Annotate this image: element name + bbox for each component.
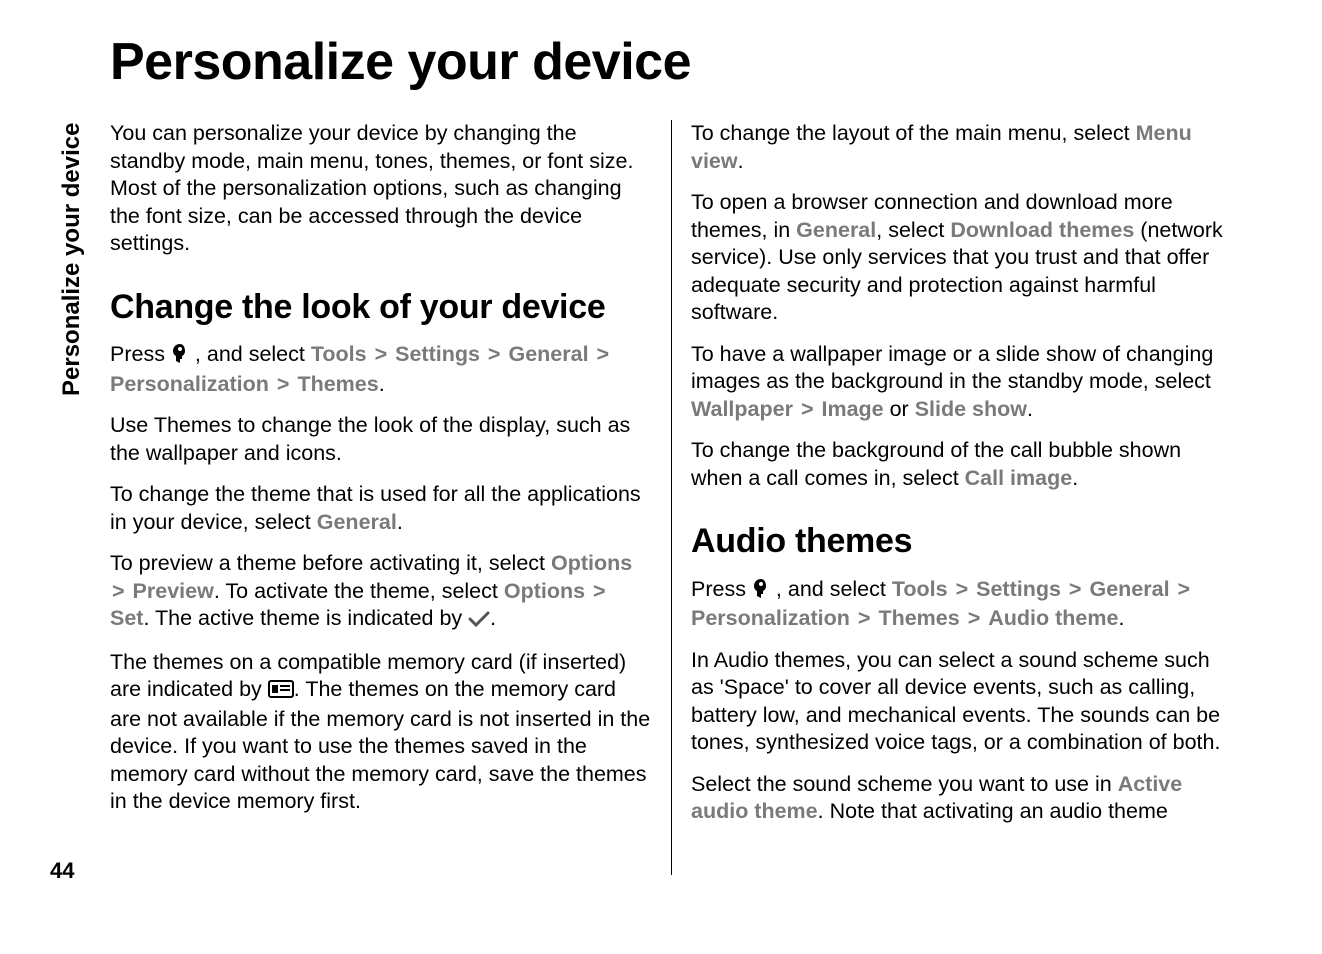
text: . [397,510,403,534]
label-download-themes: Download themes [950,218,1134,242]
separator-icon: > [110,579,127,603]
label-tools: Tools [892,577,948,601]
text: , and select [770,577,892,601]
page-number: 44 [50,858,74,884]
content-columns: You can personalize your device by chang… [110,120,1232,875]
paragraph: To change the layout of the main menu, s… [691,120,1232,175]
separator-icon: > [966,606,983,630]
text: . [379,372,385,396]
text: . [1027,397,1033,421]
paragraph: Use Themes to change the look of the dis… [110,412,651,467]
paragraph: To change the theme that is used for all… [110,481,651,536]
label-settings: Settings [395,342,480,366]
checkmark-icon [468,607,490,635]
text: , select [876,218,950,242]
label-personalization: Personalization [110,372,269,396]
separator-icon: > [591,579,608,603]
text: To change the layout of the main menu, s… [691,121,1136,145]
separator-icon: > [486,342,503,366]
text: Press [691,577,752,601]
separator-icon: > [799,397,816,421]
text: , and select [189,342,311,366]
paragraph: In Audio themes, you can select a sound … [691,647,1232,757]
text: . [490,606,496,630]
separator-icon: > [595,342,612,366]
intro-paragraph: You can personalize your device by chang… [110,120,651,258]
label-tools: Tools [311,342,367,366]
label-call-image: Call image [965,466,1073,490]
paragraph: To open a browser connection and downloa… [691,189,1232,327]
side-tab-label: Personalize your device [54,22,90,402]
heading-change-look: Change the look of your device [110,286,651,330]
label-themes: Themes [297,372,378,396]
paragraph: To have a wallpaper image or a slide sho… [691,341,1232,424]
label-wallpaper: Wallpaper [691,397,793,421]
label-general: General [508,342,588,366]
text: . [1118,606,1124,630]
text: . To activate the theme, select [214,579,504,603]
text: To preview a theme before activating it,… [110,551,551,575]
nav-path-audio-themes: Press , and select Tools > Settings > Ge… [691,576,1232,633]
text: To have a wallpaper image or a slide sho… [691,342,1213,394]
menu-key-icon [171,343,189,371]
separator-icon: > [954,577,971,601]
separator-icon: > [1067,577,1084,601]
separator-icon: > [275,372,292,396]
text: To change the background of the call bub… [691,438,1181,490]
text: Press [110,342,171,366]
paragraph: Select the sound scheme you want to use … [691,771,1232,826]
text: . [1072,466,1078,490]
text: . The active theme is indicated by [143,606,468,630]
paragraph: To change the background of the call bub… [691,437,1232,492]
label-general: General [796,218,876,242]
label-audio-theme: Audio theme [988,606,1118,630]
label-personalization: Personalization [691,606,850,630]
page-title: Personalize your device [110,32,1232,92]
memory-card-icon [268,678,294,706]
separator-icon: > [856,606,873,630]
paragraph: To preview a theme before activating it,… [110,550,651,635]
label-themes: Themes [878,606,959,630]
label-slide-show: Slide show [915,397,1027,421]
label-settings: Settings [976,577,1061,601]
label-preview: Preview [133,579,214,603]
separator-icon: > [373,342,390,366]
heading-audio-themes: Audio themes [691,520,1232,564]
page: Personalize your device 44 Personalize y… [0,0,1322,954]
label-options: Options [504,579,585,603]
text: or [884,397,915,421]
label-image: Image [821,397,883,421]
label-general: General [317,510,397,534]
label-general: General [1089,577,1169,601]
text: . Note that activating an audio theme [818,799,1168,823]
label-options: Options [551,551,632,575]
text: Select the sound scheme you want to use … [691,772,1118,796]
text: . [738,149,744,173]
nav-path-themes: Press , and select Tools > Settings > Ge… [110,341,651,398]
menu-key-icon [752,578,770,606]
label-set: Set [110,606,143,630]
separator-icon: > [1176,577,1193,601]
paragraph: The themes on a compatible memory card (… [110,649,651,816]
